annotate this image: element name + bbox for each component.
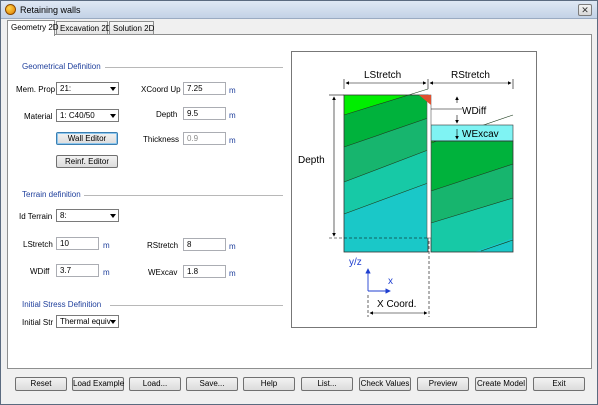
rstretch-unit: m [229,242,236,251]
tab-solution-2d[interactable]: Solution 2D [109,21,154,35]
initial-str-value: Thermal equiv [60,317,111,326]
wdiff-unit: m [103,268,110,277]
left-soil [344,95,428,252]
wexcav-input[interactable]: 1.8 [183,265,226,278]
rstretch-dim-label: RStretch [451,70,490,81]
depth-dim-label: Depth [298,155,325,166]
wall-geometry-diagram: LStretch RStretch Depth WDiff WExcav y/z… [291,51,537,328]
section-divider [110,305,283,306]
geometry-panel: Geometrical Definition Mem. Prop 21: Mat… [7,34,592,369]
save-button[interactable]: Save... [186,377,238,391]
preview-button[interactable]: Preview [417,377,469,391]
check-values-button[interactable]: Check Values [359,377,411,391]
rstretch-input[interactable]: 8 [183,238,226,251]
thickness-label: Thickness [143,135,180,144]
help-button[interactable]: Help [243,377,295,391]
tab-geometry-2d[interactable]: Geometry 2D [7,20,59,36]
exit-button[interactable]: Exit [533,377,585,391]
tab-excavation-2d[interactable]: Excavation 2D [56,21,112,35]
reinf-editor-button[interactable]: Reinf. Editor [56,155,118,168]
initial-stress-title: Initial Stress Definition [22,300,102,309]
x-axis-label: x [388,276,393,287]
title-bar: Retaining walls ✕ [1,1,597,19]
wexcav-label: WExcav [148,268,178,277]
id-terrain-value: 8: [60,211,67,220]
reset-button[interactable]: Reset [15,377,67,391]
section-divider [105,67,283,68]
dropdown-arrow-icon [110,214,116,218]
mem-prop-select[interactable]: 21: [56,82,119,95]
wdiff-label: WDiff [30,267,50,276]
wall-shape [426,94,432,239]
wdiff-input[interactable]: 3.7 [56,264,99,277]
id-terrain-label: Id Terrain [19,212,53,221]
load-button[interactable]: Load... [129,377,181,391]
lstretch-input[interactable]: 10 [56,237,99,250]
initial-str-label: Initial Str [22,318,54,327]
close-button[interactable]: ✕ [578,4,592,16]
wdiff-dim-label: WDiff [462,106,486,117]
list-button[interactable]: List... [301,377,353,391]
depth-label: Depth [156,110,178,119]
dropdown-arrow-icon [110,114,116,118]
xcoord-up-unit: m [229,86,236,95]
section-divider [84,195,283,196]
geometrical-definition-title: Geometrical Definition [22,62,101,71]
material-value: 1: C40/50 [60,111,95,120]
wexcav-dim-label: WExcav [462,129,499,140]
terrain-definition-title: Terrain definition [22,190,81,199]
thickness-unit: m [229,136,236,145]
lstretch-unit: m [103,241,110,250]
thickness-input[interactable]: 0.9 [183,132,226,145]
xcoord-dim-label: X Coord. [377,299,416,310]
mem-prop-label: Mem. Prop [16,85,56,94]
retaining-walls-window: Retaining walls ✕ Geometry 2D Excavation… [0,0,598,405]
rstretch-label: RStretch [147,241,179,250]
initial-str-select[interactable]: Thermal equiv [56,315,119,328]
app-icon [5,4,16,15]
dropdown-arrow-icon [110,320,116,324]
xcoord-up-input[interactable]: 7.25 [183,82,226,95]
id-terrain-select[interactable]: 8: [56,209,119,222]
material-label: Material [24,112,53,121]
wall-editor-button[interactable]: Wall Editor [56,132,118,145]
wexcav-unit: m [229,269,236,278]
depth-input[interactable]: 9.5 [183,107,226,120]
depth-unit: m [229,111,236,120]
material-select[interactable]: 1: C40/50 [56,109,119,122]
lstretch-dim-label: LStretch [364,70,401,81]
yz-axis-label: y/z [349,257,362,268]
dropdown-arrow-icon [110,87,116,91]
xcoord-up-label: XCoord Up [141,85,181,94]
create-model-button[interactable]: Create Model [475,377,527,391]
lstretch-label: LStretch [23,240,53,249]
window-title: Retaining walls [20,5,81,15]
mem-prop-value: 21: [60,84,72,93]
load-example-button[interactable]: Load Example [72,377,124,391]
